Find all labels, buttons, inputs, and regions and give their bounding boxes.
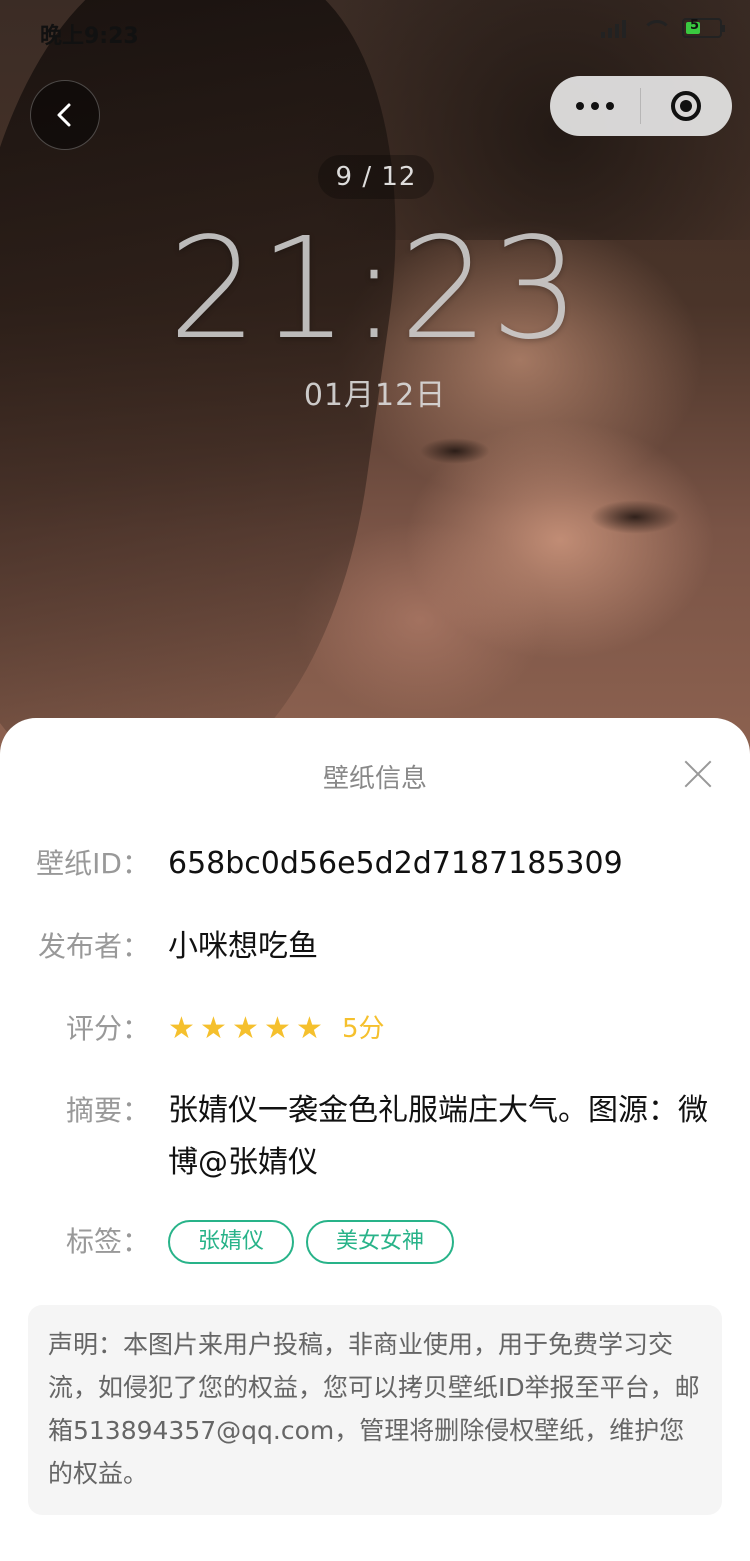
close-icon[interactable] — [682, 758, 714, 790]
rating-stars: ★ ★ ★ ★ ★ 5分 — [168, 1003, 728, 1055]
preview-date: 01月12日 — [303, 378, 447, 413]
back-button[interactable] — [30, 80, 100, 150]
copyright-notice: 声明：本图片来用户投稿，非商业使用，用于免费学习交流，如侵犯了您的权益，您可以拷… — [28, 1305, 722, 1515]
publisher-label: 发布者： — [37, 930, 150, 963]
info-row-publisher: 发布者： 小咪想吃鱼 — [0, 921, 750, 973]
battery-icon: 5 — [682, 18, 725, 38]
more-dots-icon — [576, 102, 584, 110]
tags-value: 张婧仪 美女女神 — [168, 1216, 728, 1268]
rating-value: ★ ★ ★ ★ ★ 5分 — [168, 1003, 728, 1055]
tag-chip[interactable]: 张婧仪 — [168, 1220, 295, 1264]
wallpaper-eye-shape — [420, 438, 490, 464]
tags-label: 标签： — [65, 1225, 150, 1258]
summary-label: 摘要： — [65, 1094, 150, 1127]
sheet-title: 壁纸信息 — [322, 764, 427, 794]
star-icon: ★ — [232, 1011, 259, 1046]
info-row-rating: 评分： ★ ★ ★ ★ ★ 5分 — [0, 1003, 750, 1055]
status-icons: 5 — [601, 18, 725, 38]
wallpaper-info-sheet: 壁纸信息 壁纸ID： 658bc0d56e5d2d7187185309 发布者：… — [0, 718, 750, 1561]
star-icon: ★ — [200, 1011, 227, 1046]
star-icon: ★ — [168, 1011, 195, 1046]
more-button[interactable] — [550, 102, 640, 110]
wifi-icon — [640, 18, 672, 38]
tag-chip[interactable]: 美女女神 — [306, 1220, 455, 1264]
info-row-id: 壁纸ID： 658bc0d56e5d2d7187185309 — [0, 838, 750, 890]
page-counter: 9 / 12 — [318, 155, 434, 199]
status-time: 晚上9:23 — [40, 24, 139, 49]
wallpaper-eye-shape — [590, 500, 680, 534]
star-icon: ★ — [264, 1011, 291, 1046]
publisher-value: 小咪想吃鱼 — [168, 929, 318, 964]
chevron-left-icon — [57, 103, 71, 127]
rating-label: 评分： — [65, 1012, 150, 1045]
star-icon: ★ — [296, 1011, 323, 1046]
preview-clock: 21:23 — [168, 208, 582, 371]
info-row-summary: 摘要： 张婧仪一袭金色礼服端庄大气。图源：微博@张婧仪 — [0, 1085, 750, 1189]
target-icon — [671, 91, 701, 121]
summary-value: 张婧仪一袭金色礼服端庄大气。图源：微博@张婧仪 — [168, 1093, 708, 1180]
mini-program-capsule — [550, 76, 732, 136]
battery-level: 5 — [690, 18, 700, 33]
id-value[interactable]: 658bc0d56e5d2d7187185309 — [168, 838, 728, 890]
signal-icon — [601, 18, 626, 38]
close-mini-program-button[interactable] — [641, 91, 731, 121]
status-bar: 晚上9:23 5 — [0, 0, 750, 60]
info-row-tags: 标签： 张婧仪 美女女神 — [0, 1216, 750, 1268]
rating-score: 5分 — [342, 1014, 385, 1044]
id-label: 壁纸ID： — [36, 847, 150, 880]
tag-list: 张婧仪 美女女神 — [168, 1216, 728, 1268]
